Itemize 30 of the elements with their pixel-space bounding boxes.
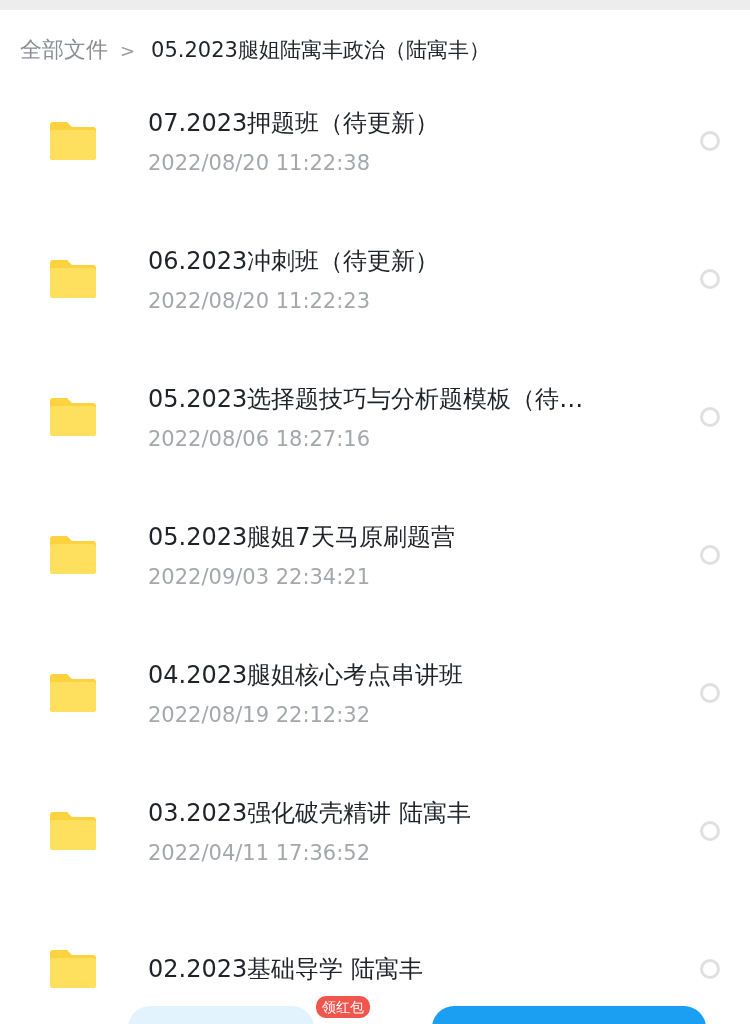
promo-badge: 领红包 [316,996,370,1018]
folder-name[interactable]: 06.2023冲刺班（待更新） [148,245,700,277]
modified-date: 2022/08/20 11:22:38 [148,151,372,175]
folder-icon [50,398,96,436]
folder-icon [50,260,96,298]
modified-date: 2022/08/06 18:27:16 [148,427,372,451]
select-radio[interactable] [700,269,720,289]
folder-name[interactable]: 05.2023腿姐7天马原刷题营 [148,521,700,553]
folder-icon [50,674,96,712]
breadcrumb-separator: > [120,39,136,61]
select-radio[interactable] [700,821,720,841]
folder-name[interactable]: 07.2023押题班（待更新） [148,107,700,139]
select-radio[interactable] [700,959,720,979]
folder-icon [50,950,96,988]
folder-name[interactable]: 04.2023腿姐核心考点串讲班 [148,659,700,691]
modified-date: 2022/08/19 22:12:32 [148,703,372,727]
breadcrumb-current: 05.2023腿姐陆寓丰政治（陆寓丰） [151,37,490,64]
select-radio[interactable] [700,683,720,703]
modified-date: 2022/09/03 22:34:21 [148,565,372,589]
folder-name[interactable]: 02.2023基础导学 陆寓丰 [148,953,700,985]
select-radio[interactable] [700,407,720,427]
select-radio[interactable] [700,545,720,565]
modified-date: 2022/04/11 17:36:52 [148,841,372,865]
select-radio[interactable] [700,131,720,151]
folder-icon [50,122,96,160]
folder-name[interactable]: 03.2023强化破壳精讲 陆寓丰 [148,797,700,829]
folder-icon [50,812,96,850]
folder-icon [50,536,96,574]
modified-date: 2022/08/20 11:22:23 [148,289,372,313]
folder-name[interactable]: 05.2023选择题技巧与分析题模板（待… [148,383,700,415]
